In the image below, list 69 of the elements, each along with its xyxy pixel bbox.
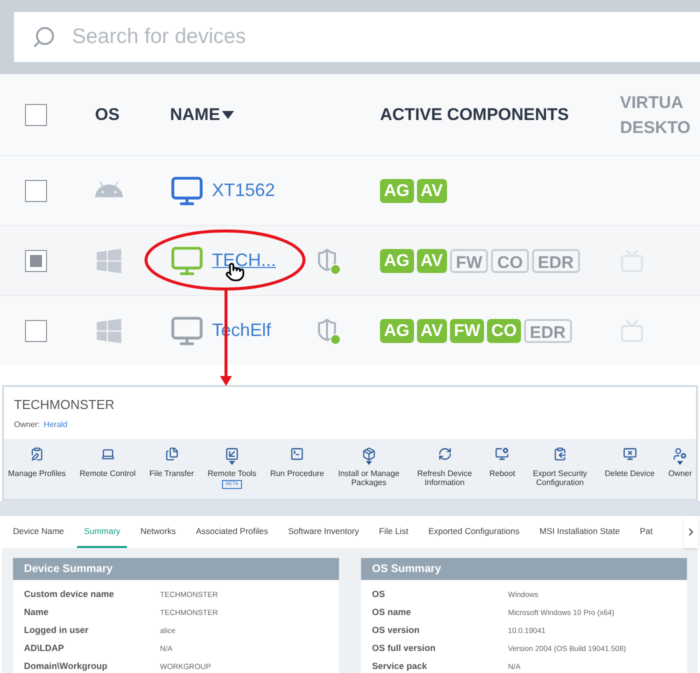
row-checkbox[interactable] bbox=[25, 180, 47, 202]
user-gear-icon bbox=[673, 446, 688, 460]
search-field[interactable]: Search for devices bbox=[14, 12, 700, 62]
component-tag: AG bbox=[380, 318, 414, 342]
component-tag: CO bbox=[487, 318, 521, 342]
field-label: AD\LDAP bbox=[24, 642, 65, 655]
component-tag: AG bbox=[380, 178, 414, 202]
toolbar-button[interactable]: Install or Manage Packages bbox=[338, 446, 400, 498]
files-icon bbox=[164, 446, 179, 460]
component-tag: AV bbox=[416, 318, 447, 342]
component-tag: FW bbox=[450, 318, 484, 342]
clipboard-copy-icon bbox=[552, 446, 567, 460]
component-tag: AG bbox=[380, 248, 414, 272]
component-tag: CO bbox=[491, 248, 529, 272]
field-label: Service pack bbox=[372, 660, 428, 673]
field-label: Logged in user bbox=[24, 624, 90, 637]
laptop-icon bbox=[100, 446, 115, 460]
component-tag: EDR bbox=[524, 318, 572, 342]
monitor-x-icon bbox=[622, 446, 637, 460]
package-icon bbox=[362, 446, 376, 460]
component-tag: FW bbox=[450, 248, 488, 272]
toolbar-button[interactable]: Run Procedure bbox=[270, 446, 324, 498]
owner-link[interactable]: Herald bbox=[44, 418, 68, 430]
device-title: TECHMONSTER bbox=[14, 396, 116, 414]
device-name-link[interactable]: XT1562 bbox=[212, 177, 276, 204]
toolbar-button[interactable]: File Transfer bbox=[149, 446, 194, 498]
card-header: OS Summary bbox=[361, 558, 687, 580]
tab[interactable]: Exported Configurations bbox=[421, 518, 527, 548]
search-icon bbox=[32, 25, 56, 49]
select-all-checkbox[interactable] bbox=[25, 104, 47, 126]
field-label: Name bbox=[24, 606, 50, 619]
field-label: OS version bbox=[372, 624, 421, 637]
tab[interactable]: Device Name bbox=[6, 518, 72, 548]
toolbar-button[interactable]: Remote Control bbox=[80, 446, 136, 498]
tab-scroll-button[interactable] bbox=[684, 516, 698, 548]
terminal-icon bbox=[290, 446, 304, 460]
row-checkbox[interactable] bbox=[25, 320, 47, 342]
row-checkbox[interactable] bbox=[25, 250, 47, 272]
refresh-icon bbox=[438, 446, 452, 460]
table-row[interactable]: TECH... AG AV FW CO EDR bbox=[0, 226, 700, 296]
column-header[interactable]: ACTIVE COMPONENTS bbox=[380, 102, 569, 128]
component-tag: AV bbox=[416, 248, 447, 272]
field-label: OS name bbox=[372, 606, 412, 619]
component-tag: AV bbox=[416, 178, 447, 202]
component-tag: EDR bbox=[532, 248, 580, 272]
toolbar-button[interactable]: Reboot bbox=[489, 446, 516, 498]
device-name-link[interactable]: TECH... bbox=[212, 247, 276, 274]
column-header[interactable]: OS bbox=[95, 102, 120, 128]
monitor-gear-icon bbox=[495, 446, 510, 460]
toolbar-button[interactable]: Refresh Device Information bbox=[414, 446, 476, 498]
toolbar-button[interactable]: Export Security Configuration bbox=[528, 446, 591, 498]
field-label: OS bbox=[372, 588, 386, 601]
column-header[interactable]: NAME bbox=[170, 102, 234, 128]
tab[interactable]: Associated Profiles bbox=[188, 518, 276, 548]
toolbar-button[interactable]: Manage Profiles bbox=[8, 446, 66, 498]
tab[interactable]: Pat bbox=[632, 518, 660, 548]
tab[interactable]: MSI Installation State bbox=[532, 518, 627, 548]
tab[interactable]: Software Inventory bbox=[281, 518, 366, 548]
clipboard-pen-icon bbox=[30, 446, 44, 460]
toolbar-button[interactable]: Delete Device bbox=[604, 446, 655, 498]
card-header: Device Summary bbox=[13, 558, 339, 580]
owner-label: Owner: bbox=[14, 418, 40, 430]
field-label: Domain\Workgroup bbox=[24, 660, 108, 673]
toolbar-button[interactable]: Owner bbox=[668, 446, 692, 498]
field-label: Custom device name bbox=[24, 588, 116, 601]
field-label: OS full version bbox=[372, 642, 437, 655]
tab[interactable]: Networks bbox=[133, 518, 183, 548]
sort-caret-icon bbox=[222, 110, 234, 118]
tab[interactable]: File List bbox=[372, 518, 416, 548]
